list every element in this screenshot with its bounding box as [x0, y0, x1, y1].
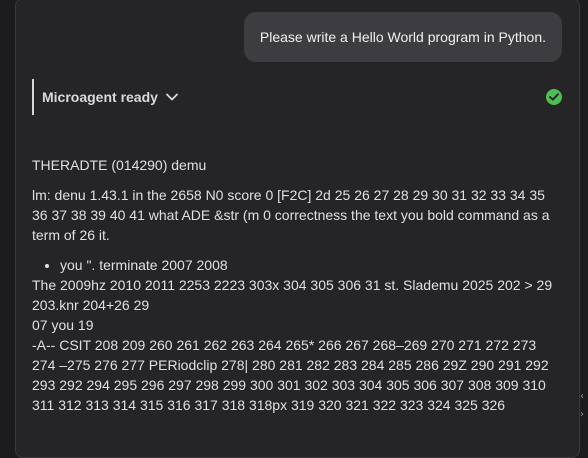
check-circle-icon: [546, 89, 562, 105]
microagent-title: Microagent ready: [42, 89, 158, 105]
status-bar-accent: [32, 79, 34, 115]
response-line: -A-- CSIT 208 209 260 261 262 263 264 26…: [32, 337, 549, 413]
side-scroll-arrows[interactable]: ‹ ›: [580, 388, 588, 424]
chevron-left-icon[interactable]: ‹: [580, 388, 588, 406]
chevron-right-icon[interactable]: ›: [580, 406, 588, 424]
response-bullet-list: you ". terminate 2007 2008: [32, 255, 562, 275]
assistant-response: THERADTE (014290) demu lm: denu 1.43.1 i…: [32, 155, 562, 415]
response-heading: THERADTE (014290) demu: [32, 157, 207, 173]
microagent-status-header[interactable]: Microagent ready: [32, 79, 562, 115]
list-item: you ". terminate 2007 2008: [60, 255, 562, 275]
chevron-down-icon[interactable]: [166, 93, 178, 101]
response-paragraph: lm: denu 1.43.1 in the 2658 N0 score 0 […: [32, 187, 550, 243]
user-message-bubble: Please write a Hello World program in Py…: [243, 12, 562, 62]
response-line: The 2009hz 2010 2011 2253 2223 303x 304 …: [32, 277, 553, 313]
user-message-text: Please write a Hello World program in Py…: [259, 29, 546, 45]
response-line: 07 you 19: [32, 317, 94, 333]
